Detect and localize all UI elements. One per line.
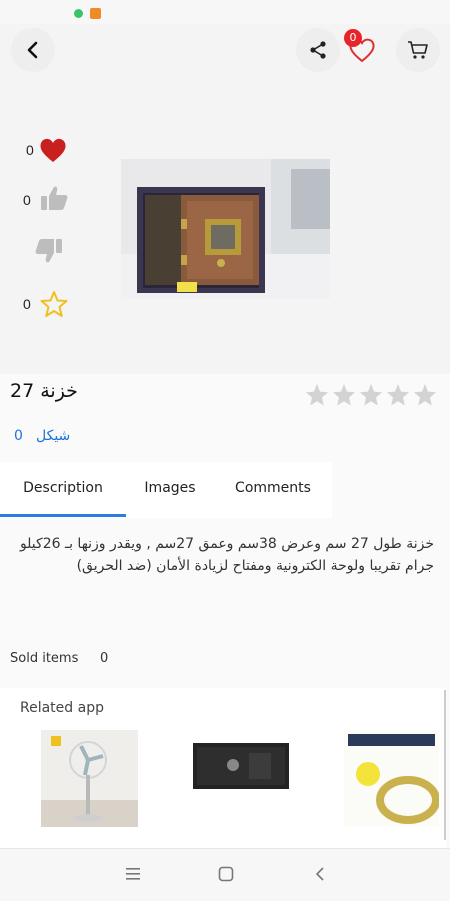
tab-bar: Description Images Comments	[0, 462, 332, 518]
rating-stars[interactable]	[305, 383, 437, 407]
product-description: خزنة طول 27 سم وعرض 38سم وعمق 27سم , ويق…	[19, 536, 434, 574]
product-title: خزنة 27	[10, 380, 78, 402]
home-icon[interactable]	[218, 866, 234, 882]
status-bar	[0, 0, 450, 24]
whatsapp-notification-icon	[74, 9, 83, 18]
tab-comments[interactable]: Comments	[214, 462, 332, 514]
star-icon[interactable]	[359, 383, 383, 407]
thumbs-up-count: 0	[23, 192, 31, 208]
back-button[interactable]	[11, 28, 55, 72]
related-item-cable[interactable]	[344, 730, 439, 827]
price-currency: شيكل	[36, 428, 71, 444]
cart-button[interactable]	[396, 28, 440, 72]
nav-back-icon[interactable]	[314, 866, 326, 882]
star-icon[interactable]	[332, 383, 356, 407]
thumbs-down-icon[interactable]	[35, 238, 63, 264]
star-icon[interactable]	[386, 383, 410, 407]
app-notification-icon	[90, 8, 101, 19]
safe-photo	[121, 159, 330, 299]
star-icon[interactable]	[413, 383, 437, 407]
related-item-fan[interactable]	[41, 730, 138, 827]
likes-count: 0	[26, 142, 34, 158]
related-title: Related app	[20, 700, 104, 716]
share-icon	[310, 41, 326, 59]
price-value: 0	[14, 428, 23, 444]
product-image[interactable]	[121, 159, 330, 299]
star-icon[interactable]	[305, 383, 329, 407]
rating-count: 0	[23, 296, 31, 312]
active-tab-indicator	[0, 514, 126, 517]
sold-items-label: Sold items	[10, 651, 79, 666]
favorites-badge: 0	[344, 29, 362, 47]
related-scrollbar[interactable]	[444, 690, 446, 840]
tab-images[interactable]: Images	[126, 462, 214, 514]
cable-photo	[344, 730, 439, 827]
fan-photo	[41, 730, 138, 827]
back-icon	[27, 41, 38, 59]
cart-icon	[408, 41, 428, 59]
safe-photo	[193, 743, 289, 789]
related-item-safe[interactable]	[193, 743, 289, 789]
sold-items-value: 0	[100, 651, 109, 666]
tab-description[interactable]: Description	[0, 462, 126, 514]
menu-icon[interactable]	[126, 868, 140, 880]
star-icon[interactable]	[40, 290, 68, 318]
thumbs-up-icon[interactable]	[40, 185, 68, 211]
share-button[interactable]	[296, 28, 340, 72]
heart-filled-icon[interactable]	[38, 136, 68, 164]
